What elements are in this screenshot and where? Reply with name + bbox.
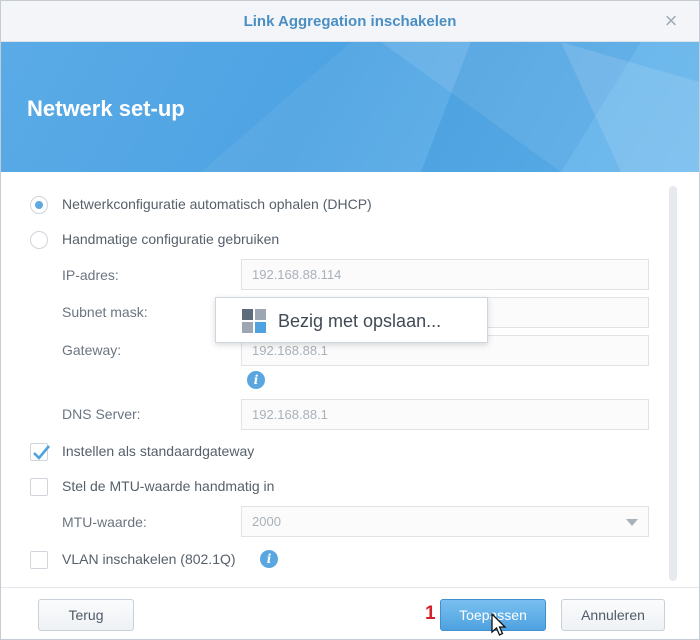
vlan-checkbox[interactable]: [30, 551, 48, 569]
dhcp-radio[interactable]: [30, 196, 48, 214]
dns-input[interactable]: 192.168.88.1: [241, 399, 649, 430]
vlan-label: VLAN inschakelen (802.1Q): [62, 551, 236, 567]
manual-option[interactable]: Handmatige configuratie gebruiken: [1, 229, 661, 251]
vlan-info-icon[interactable]: i: [260, 550, 278, 568]
network-setup-form: Netwerkconfiguratie automatisch ophalen …: [1, 172, 699, 587]
cancel-button[interactable]: Annuleren: [561, 599, 665, 631]
default-gateway-option[interactable]: Instellen als standaardgateway: [1, 441, 661, 463]
close-icon[interactable]: ×: [661, 10, 681, 32]
saving-toast: Bezig met opslaan...: [215, 297, 488, 343]
default-gateway-checkbox[interactable]: [30, 443, 50, 461]
manual-label: Handmatige configuratie gebruiken: [62, 231, 280, 247]
mouse-pointer-icon: [491, 613, 507, 636]
vlan-option[interactable]: VLAN inschakelen (802.1Q) i: [1, 549, 661, 571]
mtu-manual-checkbox[interactable]: [30, 478, 48, 496]
default-gateway-label: Instellen als standaardgateway: [62, 443, 255, 459]
mtu-label: MTU-waarde:: [62, 514, 147, 530]
check-icon: [33, 445, 50, 460]
title-bar: Link Aggregation inschakelen ×: [1, 1, 699, 42]
dhcp-label: Netwerkconfiguratie automatisch ophalen …: [62, 196, 372, 212]
banner-title: Netwerk set-up: [27, 96, 185, 121]
info-icon[interactable]: i: [247, 371, 265, 389]
link-aggregation-dialog: Link Aggregation inschakelen × Netwerk s…: [0, 0, 700, 640]
dns-label: DNS Server:: [62, 406, 141, 422]
loading-icon: [242, 309, 266, 333]
dhcp-option[interactable]: Netwerkconfiguratie automatisch ophalen …: [1, 194, 661, 216]
dialog-footer: Terug 1 Toepassen Annuleren: [1, 587, 699, 639]
ip-label: IP-adres:: [62, 267, 119, 283]
manual-radio[interactable]: [30, 231, 48, 249]
toast-text: Bezig met opslaan...: [278, 311, 442, 331]
header-banner: Netwerk set-up: [1, 42, 699, 172]
step-number: 1: [425, 603, 436, 624]
mtu-value: 2000: [252, 514, 281, 529]
window-title: Link Aggregation inschakelen: [243, 13, 457, 30]
gateway-label: Gateway:: [62, 342, 122, 358]
mtu-manual-label: Stel de MTU-waarde handmatig in: [62, 478, 275, 494]
mtu-select[interactable]: 2000: [241, 506, 649, 537]
chevron-down-icon: [626, 519, 638, 526]
scrollbar[interactable]: [669, 186, 677, 581]
subnet-label: Subnet mask:: [62, 304, 148, 320]
back-button[interactable]: Terug: [38, 599, 134, 631]
mtu-manual-option[interactable]: Stel de MTU-waarde handmatig in: [1, 476, 661, 498]
ip-input[interactable]: 192.168.88.114: [241, 259, 649, 290]
